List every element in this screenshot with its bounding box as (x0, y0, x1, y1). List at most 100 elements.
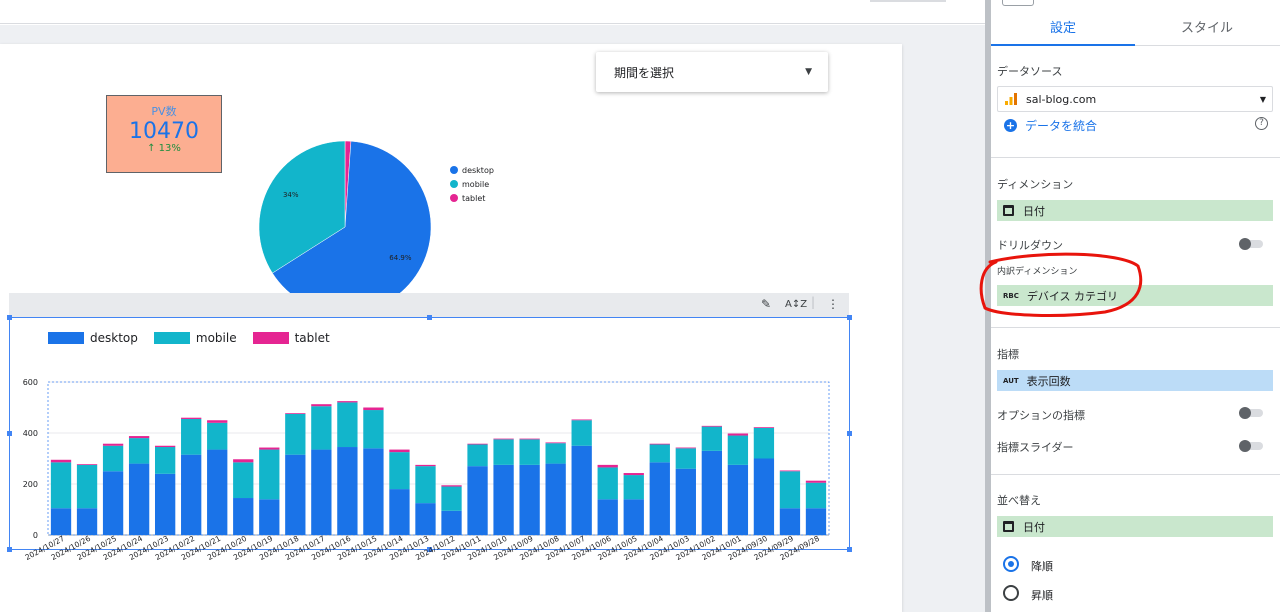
drilldown-toggle[interactable] (1239, 238, 1264, 250)
bar-segment-tablet[interactable] (753, 427, 775, 428)
bar-segment-tablet[interactable] (181, 417, 202, 419)
bar-segment-desktop[interactable] (571, 445, 592, 535)
bar-segment-desktop[interactable] (493, 464, 514, 535)
bar-segment-tablet[interactable] (519, 438, 540, 440)
bar-segment-tablet[interactable] (285, 413, 306, 414)
bar-segment-desktop[interactable] (415, 503, 436, 535)
bar-segment-mobile[interactable] (207, 422, 228, 450)
bar-segment-tablet[interactable] (649, 443, 670, 445)
bar-segment-desktop[interactable] (50, 508, 72, 535)
bar-segment-mobile[interactable] (415, 466, 436, 504)
bar-segment-desktop[interactable] (675, 468, 696, 535)
bar-segment-desktop[interactable] (727, 464, 749, 535)
bar-segment-desktop[interactable] (311, 449, 332, 535)
bar-segment-mobile[interactable] (389, 452, 410, 490)
bar-segment-tablet[interactable] (102, 443, 124, 446)
bar-segment-mobile[interactable] (779, 471, 801, 509)
bar-segment-mobile[interactable] (50, 462, 72, 509)
bar-segment-desktop[interactable] (467, 466, 488, 535)
sort-desc-radio[interactable] (1003, 556, 1019, 572)
bar-segment-mobile[interactable] (753, 427, 775, 459)
bar-segment-mobile[interactable] (519, 439, 540, 465)
bar-segment-mobile[interactable] (259, 449, 280, 500)
bar-segment-tablet[interactable] (154, 445, 176, 448)
bar-segment-mobile[interactable] (233, 462, 254, 499)
bar-segment-desktop[interactable] (363, 448, 384, 535)
bar-segment-desktop[interactable] (441, 510, 462, 535)
bar-segment-tablet[interactable] (805, 480, 827, 483)
bar-segment-mobile[interactable] (597, 467, 618, 500)
bar-segment-desktop[interactable] (285, 454, 306, 535)
metric-chip[interactable]: AUT 表示回数 (997, 370, 1273, 391)
bar-segment-tablet[interactable] (311, 404, 332, 407)
bar-segment-desktop[interactable] (779, 508, 801, 535)
bar-segment-tablet[interactable] (128, 436, 150, 439)
tab-style[interactable]: スタイル (1135, 12, 1279, 46)
bar-segment-tablet[interactable] (545, 442, 566, 444)
optional-metrics-toggle[interactable] (1239, 407, 1264, 419)
bar-segment-mobile[interactable] (701, 426, 723, 451)
bar-segment-mobile[interactable] (493, 439, 514, 465)
bar-segment-tablet[interactable] (337, 401, 358, 403)
bar-segment-tablet[interactable] (76, 464, 98, 465)
bar-segment-mobile[interactable] (805, 482, 827, 509)
bar-segment-tablet[interactable] (50, 459, 72, 463)
bar-segment-tablet[interactable] (415, 464, 436, 467)
bar-segment-tablet[interactable] (467, 443, 488, 445)
bar-segment-desktop[interactable] (805, 508, 827, 535)
dimension-chip[interactable]: 日付 (997, 200, 1273, 221)
bar-segment-tablet[interactable] (675, 447, 696, 449)
bar-segment-desktop[interactable] (259, 499, 280, 535)
bar-segment-tablet[interactable] (727, 433, 749, 436)
bar-segment-mobile[interactable] (154, 447, 176, 474)
bar-segment-tablet[interactable] (207, 420, 228, 423)
bar-segment-desktop[interactable] (207, 449, 228, 535)
bar-segment-tablet[interactable] (259, 447, 280, 450)
bar-segment-mobile[interactable] (337, 402, 358, 448)
bar-segment-mobile[interactable] (727, 435, 749, 465)
bar-segment-desktop[interactable] (102, 471, 124, 535)
bar-segment-desktop[interactable] (701, 450, 723, 535)
bar-segment-desktop[interactable] (519, 464, 540, 535)
bar-segment-mobile[interactable] (571, 420, 592, 446)
bar-segment-tablet[interactable] (389, 449, 410, 453)
bar-segment-mobile[interactable] (76, 464, 98, 509)
bar-segment-mobile[interactable] (363, 410, 384, 449)
help-icon[interactable]: ? (1255, 117, 1268, 130)
bar-segment-desktop[interactable] (649, 462, 670, 535)
bar-segment-mobile[interactable] (467, 444, 488, 467)
bar-segment-desktop[interactable] (76, 508, 98, 535)
blend-data-link[interactable]: + データを統合 (1004, 117, 1097, 134)
bar-segment-tablet[interactable] (493, 438, 514, 440)
bar-segment-mobile[interactable] (102, 445, 124, 472)
bar-segment-mobile[interactable] (441, 486, 462, 511)
bar-segment-desktop[interactable] (128, 463, 150, 535)
bar-segment-desktop[interactable] (389, 489, 410, 535)
bar-segment-tablet[interactable] (623, 473, 644, 476)
bar-segment-desktop[interactable] (181, 454, 202, 535)
bar-segment-tablet[interactable] (597, 464, 618, 468)
bar-segment-mobile[interactable] (675, 448, 696, 469)
bar-segment-mobile[interactable] (545, 443, 566, 464)
bar-segment-desktop[interactable] (753, 458, 775, 536)
bar-segment-desktop[interactable] (545, 463, 566, 535)
metric-slider-toggle[interactable] (1239, 440, 1264, 452)
bar-segment-desktop[interactable] (233, 498, 254, 535)
bar-segment-desktop[interactable] (337, 447, 358, 535)
bar-segment-mobile[interactable] (181, 418, 202, 455)
bar-segment-mobile[interactable] (311, 406, 332, 450)
sort-chip[interactable]: 日付 (997, 516, 1273, 537)
bar-segment-tablet[interactable] (363, 407, 384, 411)
breakdown-chip[interactable]: RBC デバイス カテゴリ (997, 285, 1273, 306)
bar-segment-desktop[interactable] (597, 499, 618, 535)
tab-setup[interactable]: 設定 (991, 12, 1135, 46)
bar-segment-tablet[interactable] (571, 419, 592, 421)
bar-segment-tablet[interactable] (441, 485, 462, 487)
bar-segment-mobile[interactable] (623, 475, 644, 500)
bar-segment-tablet[interactable] (779, 470, 801, 472)
data-source-select[interactable]: sal-blog.com ▼ (997, 86, 1273, 112)
bar-segment-desktop[interactable] (623, 499, 644, 535)
sort-asc-radio[interactable] (1003, 585, 1019, 601)
bar-segment-mobile[interactable] (128, 438, 150, 464)
bar-segment-mobile[interactable] (285, 413, 306, 455)
